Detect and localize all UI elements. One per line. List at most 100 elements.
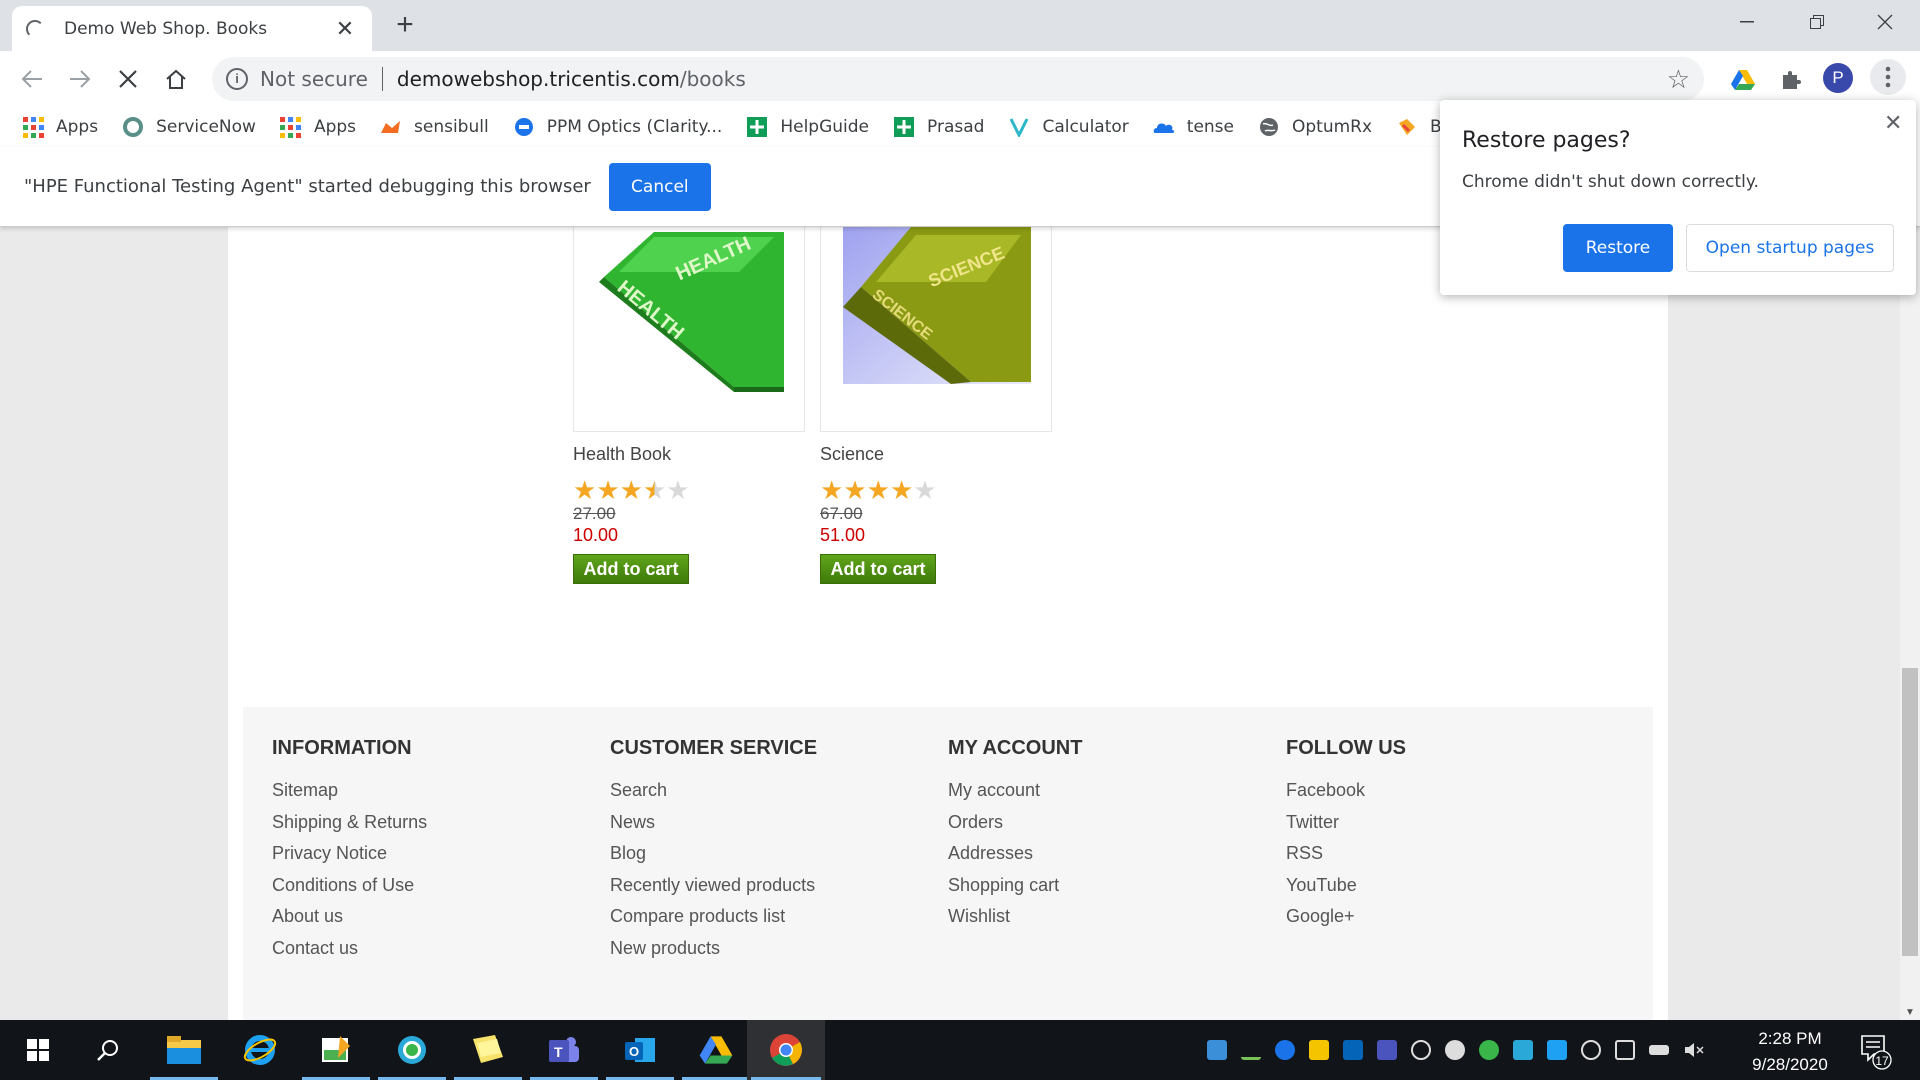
taskbar-teams[interactable]: T	[526, 1020, 602, 1080]
svg-text:O: O	[629, 1044, 639, 1059]
tab-books[interactable]: Demo Web Shop. Books ✕	[12, 6, 372, 51]
taskbar-image-editor[interactable]	[298, 1020, 374, 1080]
footer-link[interactable]: Compare products list	[610, 906, 940, 938]
footer-link[interactable]: Orders	[948, 812, 1278, 844]
footer-column-customer-service: CUSTOMER SERVICE Search News Blog Recent…	[610, 737, 940, 969]
apps-grid-icon	[280, 116, 302, 138]
drive-extension-icon[interactable]	[1728, 65, 1758, 95]
graph-tray-icon[interactable]	[1241, 1040, 1261, 1060]
restore-window-button[interactable]	[1782, 0, 1852, 44]
minimize-button[interactable]	[1712, 0, 1782, 44]
taskbar-chrome[interactable]	[747, 1020, 825, 1080]
battery-icon[interactable]	[1649, 1045, 1669, 1055]
taskbar-drive-app[interactable]	[678, 1020, 754, 1080]
health-book-cover-image: HEALTH HEALTH	[574, 227, 804, 431]
footer-link[interactable]: Blog	[610, 843, 940, 875]
footer-link[interactable]: Shipping & Returns	[272, 812, 602, 844]
product-thumbnail[interactable]: HEALTH HEALTH	[573, 227, 805, 432]
network-monitor-icon[interactable]	[1615, 1040, 1635, 1060]
footer-link[interactable]: News	[610, 812, 940, 844]
taskbar-outlook[interactable]: O	[602, 1020, 678, 1080]
address-bar[interactable]: i Not secure demowebshop.tricentis.com/b…	[212, 57, 1704, 101]
start-button[interactable]	[0, 1020, 76, 1080]
close-window-icon	[1877, 14, 1893, 30]
footer-link[interactable]: Conditions of Use	[272, 875, 602, 907]
bookmark-helpguide[interactable]: HelpGuide	[746, 116, 869, 138]
shield-tray-icon[interactable]	[1309, 1040, 1329, 1060]
new-tab-button[interactable]: +	[390, 10, 420, 40]
footer-link[interactable]: Sitemap	[272, 780, 602, 812]
info-icon[interactable]: i	[226, 68, 248, 90]
stop-loading-button[interactable]	[112, 63, 144, 95]
dialog-close-icon[interactable]: ✕	[1884, 110, 1902, 136]
taskbar-internet-explorer[interactable]	[222, 1020, 298, 1080]
fingerprint-tray-icon[interactable]	[1445, 1040, 1465, 1060]
footer-link[interactable]: Recently viewed products	[610, 875, 940, 907]
taskbar-file-explorer[interactable]	[146, 1020, 222, 1080]
network-drive-tray-icon[interactable]	[1547, 1040, 1567, 1060]
footer-link[interactable]: New products	[610, 938, 940, 970]
url-text[interactable]: demowebshop.tricentis.com/books	[397, 67, 1667, 91]
bookmark-prasad[interactable]: Prasad	[893, 116, 984, 138]
bookmark-servicenow[interactable]: ServiceNow	[122, 116, 256, 138]
bookmark-apps[interactable]: Apps	[22, 116, 98, 138]
action-center-button[interactable]: 17	[1856, 1030, 1892, 1070]
taskbar-clock[interactable]: 2:28 PM 9/28/2020	[1738, 1026, 1842, 1078]
footer-link[interactable]: About us	[272, 906, 602, 938]
footer-link[interactable]: My account	[948, 780, 1278, 812]
footer-link[interactable]: Twitter	[1286, 812, 1616, 844]
footer-link[interactable]: Search	[610, 780, 940, 812]
footer-column-title: MY ACCOUNT	[948, 737, 1083, 759]
rating-star-icon: ★	[889, 475, 914, 505]
bookmark-sensibull[interactable]: sensibull	[380, 116, 489, 138]
home-button[interactable]	[160, 63, 192, 95]
bookmark-star-icon[interactable]: ☆	[1667, 64, 1690, 95]
open-startup-pages-button[interactable]: Open startup pages	[1686, 224, 1894, 272]
outlook-tray-icon[interactable]	[1343, 1040, 1363, 1060]
bookmark-calculator[interactable]: Calculator	[1008, 116, 1129, 138]
taskbar-green-app[interactable]	[374, 1020, 450, 1080]
onedrive-cloud-icon[interactable]	[1275, 1040, 1295, 1060]
chrome-menu-button[interactable]	[1870, 59, 1906, 95]
product-title[interactable]: Science	[820, 444, 1052, 468]
back-button[interactable]	[16, 63, 48, 95]
forward-button[interactable]	[64, 63, 96, 95]
tab-close-icon[interactable]: ✕	[332, 16, 358, 42]
green-circle-tray-icon[interactable]	[1479, 1040, 1499, 1060]
bookmark-apps-2[interactable]: Apps	[280, 116, 356, 138]
footer-link[interactable]: Shopping cart	[948, 875, 1278, 907]
cancel-debugging-button[interactable]: Cancel	[608, 162, 711, 211]
taskbar-sticky-notes[interactable]	[450, 1020, 526, 1080]
chat-tray-icon[interactable]	[1513, 1040, 1533, 1060]
footer-link[interactable]: Google+	[1286, 906, 1616, 938]
footer-link[interactable]: Privacy Notice	[272, 843, 602, 875]
bookmark-ppm-optics[interactable]: PPM Optics (Clarity...	[513, 116, 722, 138]
windows-tray-icon[interactable]	[1207, 1040, 1227, 1060]
volume-muted-icon[interactable]	[1683, 1040, 1704, 1060]
restore-button[interactable]: Restore	[1563, 224, 1673, 272]
close-window-button[interactable]	[1850, 0, 1920, 44]
tab-strip: Demo Web Shop. Books ✕ +	[0, 0, 1920, 51]
bluetooth-tray-icon[interactable]	[1581, 1040, 1601, 1060]
profile-avatar[interactable]: P	[1823, 63, 1853, 93]
stop-x-icon	[119, 70, 137, 88]
search-button[interactable]	[70, 1020, 146, 1080]
footer-link[interactable]: YouTube	[1286, 875, 1616, 907]
product-title[interactable]: Health Book	[573, 444, 805, 468]
bookmark-optumrx[interactable]: OptumRx	[1258, 116, 1372, 138]
add-to-cart-button[interactable]: Add to cart	[820, 554, 936, 584]
page-scrollbar[interactable]: ▼	[1900, 227, 1920, 1020]
footer-link[interactable]: Wishlist	[948, 906, 1278, 938]
bookmark-tense[interactable]: tense	[1153, 116, 1234, 138]
extensions-puzzle-icon[interactable]	[1776, 65, 1806, 95]
headset-tray-icon[interactable]	[1411, 1040, 1431, 1060]
scrollbar-thumb[interactable]	[1902, 668, 1918, 956]
scroll-down-arrow-icon[interactable]: ▼	[1900, 1007, 1920, 1018]
footer-link[interactable]: Addresses	[948, 843, 1278, 875]
footer-link[interactable]: Contact us	[272, 938, 602, 970]
add-to-cart-button[interactable]: Add to cart	[573, 554, 689, 584]
product-thumbnail[interactable]: SCIENCE SCIENCE	[820, 227, 1052, 432]
footer-link[interactable]: RSS	[1286, 843, 1616, 875]
footer-link[interactable]: Facebook	[1286, 780, 1616, 812]
teams-tray-icon[interactable]	[1377, 1040, 1397, 1060]
